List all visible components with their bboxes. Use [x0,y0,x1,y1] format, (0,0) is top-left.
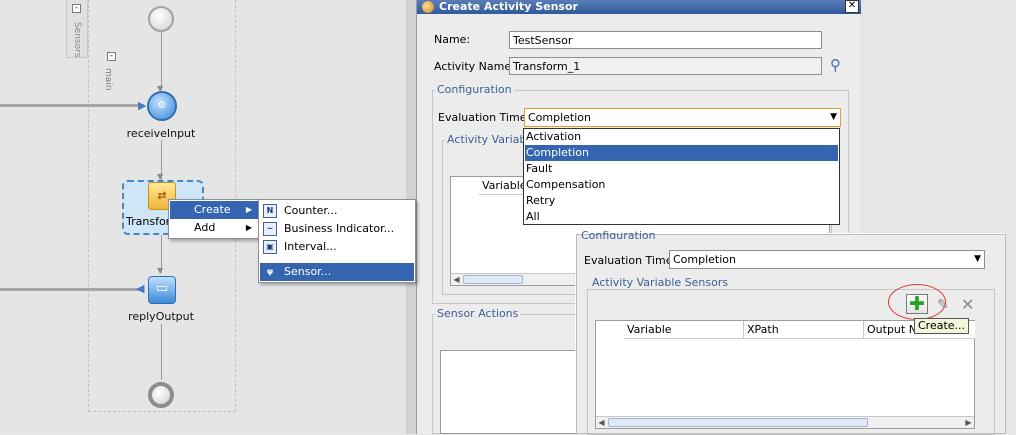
inset-activity-variable-sensors-title: Activity Variable Sensors [590,276,731,289]
arrow-down-icon: ▼ [157,266,164,275]
submenu-item-label: Counter... [284,204,338,217]
evaluation-time-select[interactable]: Completion ▼ [524,108,841,127]
dialog-title: Create Activity Sensor [439,0,578,13]
name-label: Name: [434,33,471,46]
inset-evaluation-time-select[interactable]: Completion ▼ [669,250,985,269]
option-completion[interactable]: Completion [525,145,838,161]
close-icon: ✕ [847,0,857,11]
scroll-left-icon[interactable]: ◀ [451,274,462,285]
inset-table-horizontal-scrollbar[interactable]: ◀ ▶ [596,416,974,428]
column-header-variable[interactable]: Variable [624,321,744,339]
option-retry[interactable]: Retry [525,193,838,209]
evaluation-time-value: Completion [528,111,592,124]
partner-link-line [0,288,144,291]
reply-activity-label[interactable]: replyOutput [96,310,226,323]
menu-item-create[interactable]: Create ▶ [170,201,258,219]
sensor-actions-title: Sensor Actions [435,307,521,320]
sensors-label: Sensors [72,22,82,58]
dialog-app-icon [422,1,434,13]
name-input[interactable]: TestSensor [509,31,822,49]
option-fault[interactable]: Fault [525,161,838,177]
inset-evaluation-time-label: Evaluation Time: [584,254,677,267]
scroll-thumb[interactable] [608,418,868,427]
flow-line [161,324,162,380]
chevron-down-icon: ▼ [974,254,981,264]
activity-name-label: Activity Name: [434,60,515,73]
option-all[interactable]: All [525,209,838,225]
main-scope-label: main [103,68,113,91]
inset-variable-sensors-table: Variable XPath Output Name ◀ ▶ [595,320,975,429]
create-submenu: N Counter... ~ Business Indicator... ▣ I… [258,199,416,283]
submenu-item-interval[interactable]: ▣ Interval... [260,238,414,256]
evaluation-time-label: Evaluation Time: [438,111,531,124]
reply-activity-icon[interactable]: ▭ [148,276,176,304]
counter-icon: N [263,204,277,218]
option-activation[interactable]: Activation [525,129,838,145]
scroll-thumb[interactable] [463,275,523,284]
start-node[interactable] [148,6,174,32]
highlight-circle [888,284,946,320]
arrow-right-icon: ▶ [138,99,147,112]
interval-icon: ▣ [263,240,277,254]
activity-name-field: Transform_1 [509,57,822,75]
submenu-item-label: Business Indicator... [284,222,395,235]
submenu-item-counter[interactable]: N Counter... [260,202,414,220]
close-button[interactable]: ✕ [845,0,859,13]
option-compensation[interactable]: Compensation [525,177,838,193]
inset-evaluation-time-value: Completion [673,253,737,266]
dialog-titlebar[interactable]: Create Activity Sensor [417,0,861,14]
flow-line [161,32,162,90]
evaluation-time-dropdown: Activation Completion Fault Compensation… [523,128,840,225]
sensor-icon: ψ [263,265,277,279]
receive-activity-label[interactable]: receiveInput [96,127,226,140]
create-tooltip: Create... [914,318,970,334]
submenu-item-label: Sensor... [284,265,332,278]
arrow-left-icon: ◀ [136,282,145,295]
end-node[interactable] [148,382,174,408]
column-header-xpath[interactable]: XPath [744,321,864,339]
submenu-item-label: Interval... [284,240,337,253]
submenu-item-business-indicator[interactable]: ~ Business Indicator... [260,220,414,238]
scroll-right-icon[interactable]: ▶ [963,417,974,428]
inset-configuration-title: Configuration [581,229,656,239]
context-menu: Create ▶ Add ▶ [168,199,260,239]
submenu-item-sensor[interactable]: ψ Sensor... [260,263,414,281]
partner-link-line [0,104,144,107]
menu-item-label: Add [194,221,216,234]
sensors-collapse-icon[interactable]: - [72,4,81,13]
menu-item-add[interactable]: Add ▶ [170,219,258,237]
search-icon[interactable]: ⚲ [830,56,841,74]
zoomed-inset-panel: Configuration Evaluation Time: Completio… [576,229,1006,435]
receive-activity-icon[interactable]: ⚙ [147,91,177,121]
menu-item-label: Create [194,203,231,216]
business-indicator-icon: ~ [263,222,277,236]
main-collapse-icon[interactable]: - [107,52,116,61]
chevron-down-icon: ▼ [830,112,837,122]
scroll-left-icon[interactable]: ◀ [596,417,607,428]
submenu-arrow-icon: ▶ [245,205,252,214]
delete-icon[interactable]: ✕ [961,295,974,314]
configuration-title: Configuration [435,83,514,96]
submenu-arrow-icon: ▶ [245,223,252,232]
